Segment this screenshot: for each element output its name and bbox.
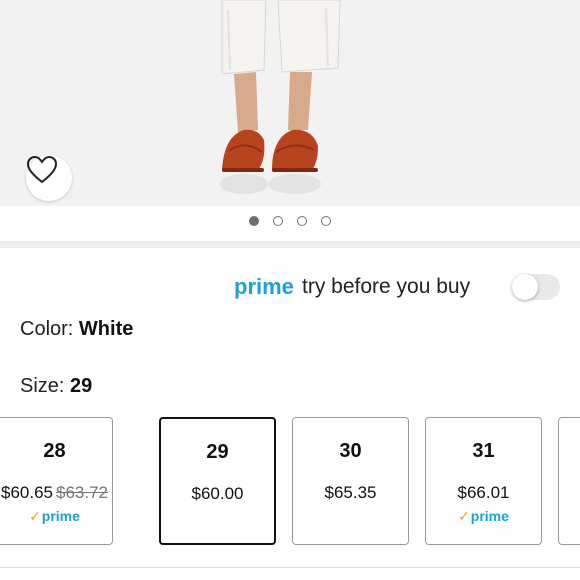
carousel-dot[interactable] xyxy=(321,216,331,226)
prime-logo: prime xyxy=(234,274,294,299)
size-option-31[interactable]: 31 $66.01 ✓prime xyxy=(425,417,542,545)
product-photo xyxy=(220,0,341,194)
prime-badge-label: prime xyxy=(470,508,509,524)
try-before-you-buy-toggle[interactable] xyxy=(512,274,560,300)
list-price: $63.72 xyxy=(56,483,108,502)
size-selection: Size: 29 xyxy=(20,375,92,398)
prime-badge-label: prime xyxy=(41,508,80,524)
size-option-size: 29 xyxy=(206,441,229,463)
size-option-28[interactable]: 28 $60.65 $63.72 ✓prime xyxy=(0,417,113,545)
carousel-dot[interactable] xyxy=(273,216,283,226)
size-option-price: $66.01 xyxy=(457,483,510,502)
color-value: White xyxy=(78,318,134,340)
size-option-29[interactable]: 29 $60.00 xyxy=(159,417,276,545)
wishlist-button[interactable] xyxy=(26,155,72,201)
color-label: Color: xyxy=(20,318,74,340)
prime-badge: ✓prime xyxy=(426,508,541,525)
size-option-size: 30 xyxy=(339,440,362,462)
carousel-dot[interactable] xyxy=(297,216,307,226)
price: $60.65 xyxy=(1,483,53,502)
size-option-price: $60.00 xyxy=(191,484,244,503)
try-before-you-buy-label: try before you buy xyxy=(302,275,471,298)
section-divider xyxy=(0,241,580,248)
carousel-indicators xyxy=(0,216,580,226)
size-value: 29 xyxy=(70,375,93,397)
size-option-size: 31 xyxy=(472,440,495,462)
prime-badge: ✓prime xyxy=(0,508,112,525)
prime-check-icon: ✓ xyxy=(29,508,41,524)
section-divider xyxy=(0,567,580,568)
prime-try-before-you-buy-row: prime try before you buy xyxy=(0,272,580,308)
size-option-next-partial[interactable] xyxy=(558,417,580,545)
heart-icon xyxy=(26,155,58,184)
size-option-size: 28 xyxy=(43,440,66,462)
size-label: Size: xyxy=(20,375,65,397)
size-option-30[interactable]: 30 $65.35 xyxy=(292,417,409,545)
carousel-dot[interactable] xyxy=(249,216,259,226)
product-image[interactable] xyxy=(0,0,580,206)
prime-check-icon: ✓ xyxy=(458,508,470,524)
color-selection: Color: White xyxy=(20,318,133,341)
size-option-price: $60.65 $63.72 xyxy=(0,483,112,503)
toggle-knob xyxy=(512,274,538,300)
size-option-price: $65.35 xyxy=(324,483,377,502)
